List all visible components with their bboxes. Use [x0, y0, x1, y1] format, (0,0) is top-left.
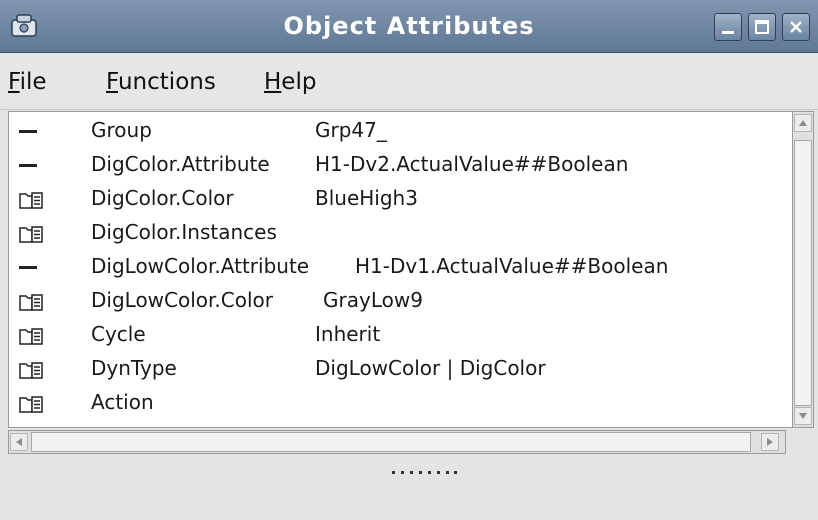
attribute-value: BlueHigh3 — [315, 186, 418, 210]
arrow-right-icon — [767, 438, 773, 446]
horizontal-scrollbar[interactable] — [8, 430, 786, 454]
attribute-value: Grp47_ — [315, 118, 387, 142]
attribute-value: DigLowColor | DigColor — [315, 356, 546, 380]
attribute-name: DigLowColor.Attribute — [91, 254, 310, 278]
menu-help[interactable]: Help — [264, 69, 316, 95]
attribute-row[interactable]: DigLowColor.Color GrayLow9 — [9, 284, 793, 318]
folder-icon — [19, 294, 43, 311]
object-attributes-window: Object Attributes File Functions Help Gr… — [0, 0, 818, 520]
minimize-icon — [722, 31, 734, 34]
attribute-name: DigColor.Attribute — [91, 152, 270, 176]
attribute-row[interactable]: Cycle Inherit — [9, 318, 793, 352]
menu-functions-label: unctions — [117, 69, 216, 95]
close-button[interactable] — [782, 13, 810, 41]
menu-functions-mnemonic: F — [106, 69, 118, 95]
attribute-name: DigColor.Instances — [91, 220, 277, 244]
attribute-row[interactable]: DigColor.Instances — [9, 216, 793, 250]
menu-bar: File Functions Help — [0, 53, 818, 110]
scroll-right-button[interactable] — [761, 433, 779, 451]
attribute-row[interactable]: DigColor.Attribute H1-Dv2.ActualValue##B… — [9, 148, 793, 182]
folder-icon — [19, 328, 43, 345]
attribute-row[interactable]: DigColor.Color BlueHigh3 — [9, 182, 793, 216]
menu-file-label: ile — [19, 69, 47, 95]
window-title: Object Attributes — [283, 12, 535, 40]
attribute-row[interactable]: DigLowColor.Attribute H1-Dv1.ActualValue… — [9, 250, 793, 284]
folder-icon — [19, 226, 43, 243]
scroll-down-button[interactable] — [794, 407, 812, 425]
title-bar[interactable]: Object Attributes — [0, 0, 818, 53]
attribute-value: GrayLow9 — [323, 288, 423, 312]
scroll-left-button[interactable] — [10, 433, 28, 451]
arrow-left-icon — [16, 438, 22, 446]
dash-icon — [19, 130, 37, 133]
attribute-row[interactable]: Group Grp47_ — [9, 114, 793, 148]
attribute-row[interactable]: Action — [9, 386, 793, 420]
attribute-name: Group — [91, 118, 152, 142]
menu-help-label: elp — [281, 69, 317, 95]
close-icon — [790, 21, 802, 33]
attribute-row[interactable]: DynType DigLowColor | DigColor — [9, 352, 793, 386]
folder-icon — [19, 396, 43, 413]
folder-icon — [19, 362, 43, 379]
pane-resize-grip[interactable] — [390, 470, 460, 476]
attribute-value: Inherit — [315, 322, 381, 346]
menu-file[interactable]: File — [8, 69, 47, 95]
maximize-icon — [755, 20, 769, 34]
minimize-button[interactable] — [714, 13, 742, 41]
horizontal-scroll-thumb[interactable] — [31, 432, 751, 452]
menu-file-mnemonic: F — [8, 69, 20, 95]
arrow-up-icon — [799, 120, 807, 126]
attribute-value: H1-Dv2.ActualValue##Boolean — [315, 152, 629, 176]
dash-icon — [19, 164, 37, 167]
maximize-button[interactable] — [748, 13, 776, 41]
scroll-up-button[interactable] — [794, 114, 812, 132]
arrow-down-icon — [799, 413, 807, 419]
dash-icon — [19, 266, 37, 269]
menu-help-mnemonic: H — [264, 69, 282, 95]
menu-functions[interactable]: Functions — [106, 69, 216, 95]
attribute-name: DynType — [91, 356, 177, 380]
attribute-name: Action — [91, 390, 154, 414]
attribute-name: DigLowColor.Color — [91, 288, 273, 312]
vertical-scrollbar[interactable] — [792, 111, 814, 428]
folder-icon — [19, 192, 43, 209]
vertical-scroll-thumb[interactable] — [794, 140, 812, 406]
attribute-value: H1-Dv1.ActualValue##Boolean — [355, 254, 669, 278]
attribute-name: Cycle — [91, 322, 146, 346]
attribute-name: DigColor.Color — [91, 186, 234, 210]
attribute-list[interactable]: Group Grp47_ DigColor.Attribute H1-Dv2.A… — [8, 111, 793, 428]
